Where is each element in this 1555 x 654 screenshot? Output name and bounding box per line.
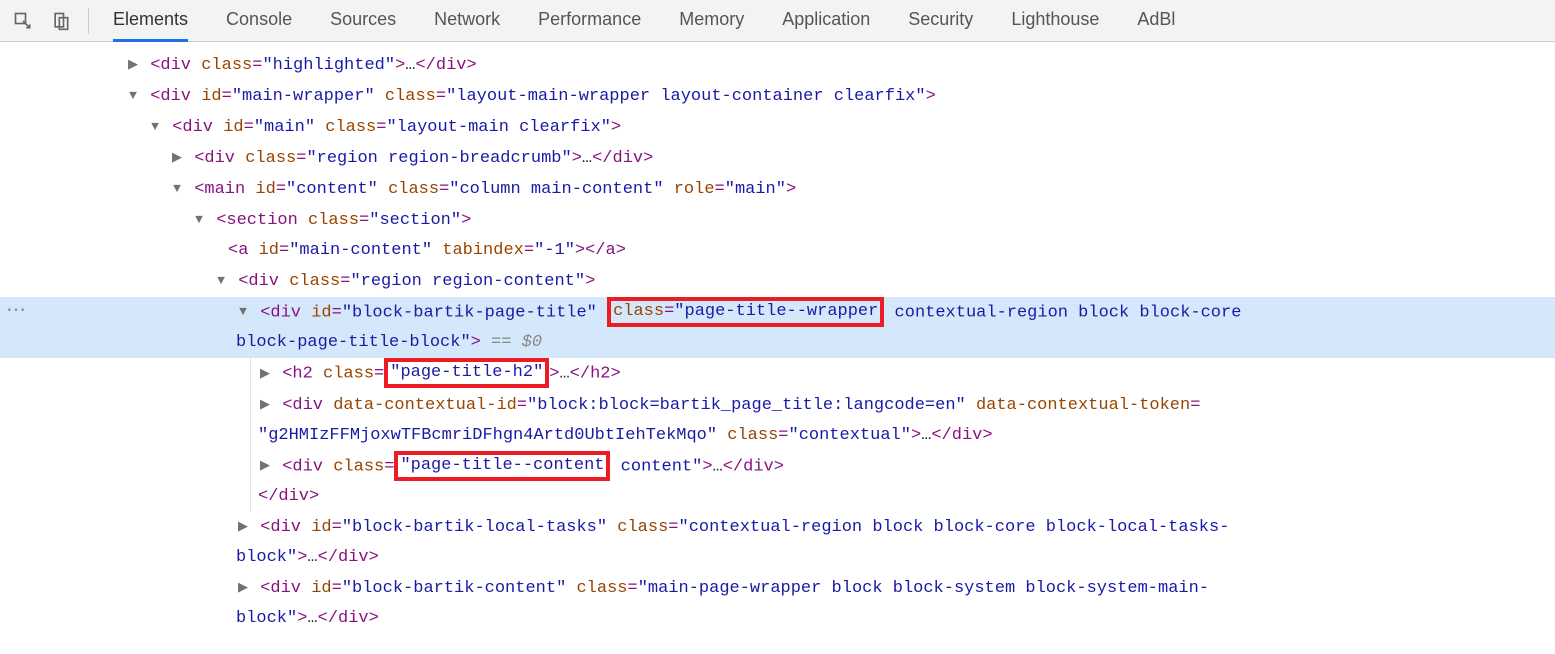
dom-node[interactable]: ▼ <div id="main-wrapper" class="layout-m… (0, 81, 1555, 112)
tab-console[interactable]: Console (226, 0, 292, 42)
dom-node[interactable]: ▶ <div class="region region-breadcrumb">… (0, 143, 1555, 174)
devtools-toolbar: Elements Console Sources Network Perform… (0, 0, 1555, 42)
highlight-box: class="page-title--wrapper (607, 297, 884, 327)
dom-node[interactable]: ▼ <div id="main" class="layout-main clea… (0, 112, 1555, 143)
dom-node[interactable]: ▶ <div data-contextual-id="block:block=b… (0, 390, 1555, 421)
dom-node[interactable]: block">…</div> (0, 543, 1555, 573)
expand-arrow-icon[interactable]: ▼ (126, 81, 140, 111)
gutter-more-icon[interactable]: ⋯ (6, 297, 28, 327)
dom-node[interactable]: ▶ <div id="block-bartik-local-tasks" cla… (0, 512, 1555, 543)
devtools-tabs: Elements Console Sources Network Perform… (99, 0, 1175, 42)
dom-node[interactable]: block">…</div> (0, 604, 1555, 634)
dom-node[interactable]: ▶ <h2 class="page-title-h2">…</h2> (0, 358, 1555, 389)
expand-arrow-icon[interactable]: ▶ (236, 573, 250, 603)
tab-application[interactable]: Application (782, 0, 870, 42)
elements-dom-tree[interactable]: ▶ <div class="highlighted">…</div> ▼ <di… (0, 42, 1555, 654)
tab-elements[interactable]: Elements (113, 0, 188, 42)
dom-node[interactable]: ▶ <div class="page-title--content conten… (0, 451, 1555, 482)
tab-performance[interactable]: Performance (538, 0, 641, 42)
expand-arrow-icon[interactable]: ▶ (258, 451, 272, 481)
dom-node[interactable]: ▼ <div class="region region-content"> (0, 266, 1555, 297)
dom-node-selected[interactable]: block-page-title-block"> == $0 (0, 328, 1555, 358)
expand-arrow-icon[interactable]: ▶ (170, 143, 184, 173)
tab-sources[interactable]: Sources (330, 0, 396, 42)
dom-node[interactable]: ▼ <section class="section"> (0, 205, 1555, 236)
expand-arrow-icon[interactable]: ▶ (258, 359, 272, 389)
expand-arrow-icon[interactable]: ▼ (192, 205, 206, 235)
toolbar-divider (88, 8, 89, 34)
device-toggle-icon[interactable] (46, 6, 76, 36)
expand-arrow-icon[interactable]: ▶ (126, 50, 140, 80)
expand-arrow-icon[interactable]: ▼ (170, 174, 184, 204)
expand-arrow-icon[interactable]: ▼ (236, 297, 250, 327)
expand-arrow-icon[interactable]: ▶ (258, 390, 272, 420)
dom-node[interactable]: ▼ <main id="content" class="column main-… (0, 174, 1555, 205)
dom-node[interactable]: <a id="main-content" tabindex="-1"></a> (0, 236, 1555, 266)
expand-arrow-icon[interactable]: ▼ (214, 266, 228, 296)
tab-lighthouse[interactable]: Lighthouse (1011, 0, 1099, 42)
inspect-element-icon[interactable] (8, 6, 38, 36)
tab-network[interactable]: Network (434, 0, 500, 42)
expand-arrow-icon[interactable]: ▶ (236, 512, 250, 542)
highlight-box: "page-title--content (394, 451, 610, 481)
dom-node[interactable]: "g2HMIzFFMjoxwTFBcmriDFhgn4Artd0UbtIehTe… (0, 421, 1555, 451)
dom-node[interactable]: ▶ <div class="highlighted">…</div> (0, 50, 1555, 81)
dom-node[interactable]: </div> (0, 482, 1555, 512)
expand-arrow-icon[interactable]: ▼ (148, 112, 162, 142)
tab-memory[interactable]: Memory (679, 0, 744, 42)
tab-security[interactable]: Security (908, 0, 973, 42)
dom-node[interactable]: ▶ <div id="block-bartik-content" class="… (0, 573, 1555, 604)
dom-node-selected[interactable]: ⋯ ▼ <div id="block-bartik-page-title" cl… (0, 297, 1555, 328)
tab-adblock[interactable]: AdBl (1137, 0, 1175, 42)
highlight-box: "page-title-h2" (384, 358, 549, 388)
